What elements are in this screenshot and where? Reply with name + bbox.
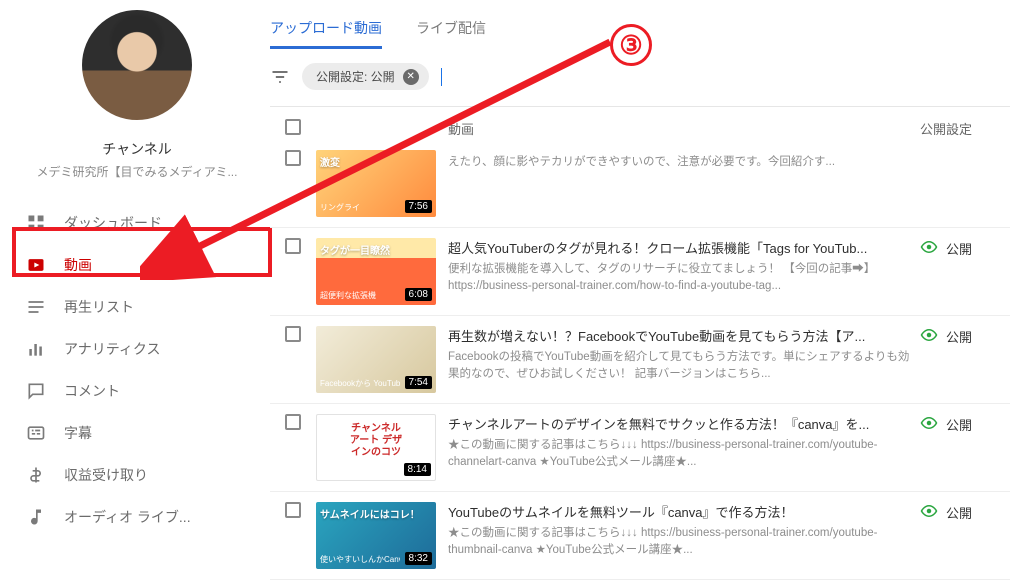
eye-icon	[920, 414, 938, 435]
sidebar-item-monetize[interactable]: 収益受け取り	[12, 454, 262, 496]
sidebar-item-analytics[interactable]: アナリティクス	[12, 328, 262, 370]
eye-icon	[920, 326, 938, 347]
filter-chip[interactable]: 公開設定: 公開 ✕	[302, 63, 429, 90]
table-row[interactable]: Facebookから YouTube!7:54 再生数が増えない！？Faceboo…	[270, 315, 1010, 403]
table-row[interactable]: タグが一目瞭然超便利な拡張機6:08 超人気YouTuberのタグが見れる！クロー…	[270, 227, 1010, 315]
monetize-icon	[26, 465, 46, 485]
col-video-label: 動画	[444, 119, 920, 138]
row-checkbox[interactable]	[285, 326, 301, 342]
row-checkbox[interactable]	[285, 238, 301, 254]
duration-badge: 6:08	[405, 288, 432, 301]
visibility-label: 公開	[946, 503, 972, 522]
select-all-checkbox[interactable]	[285, 119, 301, 135]
duration-badge: 8:32	[405, 552, 432, 565]
row-checkbox[interactable]	[285, 502, 301, 518]
duration-badge: 8:14	[404, 463, 431, 476]
avatar[interactable]	[82, 10, 192, 120]
channel-heading: チャンネル	[12, 139, 262, 159]
close-icon[interactable]: ✕	[403, 69, 419, 85]
video-description: ★この動画に関する記事はこちら↓↓↓ https://business-pers…	[448, 437, 920, 470]
eye-icon	[920, 502, 938, 523]
audio-icon	[26, 507, 46, 527]
sidebar: チャンネル メデミ研究所【目でみるメディアミ... ダッシュボード動画再生リスト…	[12, 0, 262, 576]
main: アップロード動画ライブ配信 公開設定: 公開 ✕ 動画 公開設定 激変リングライ…	[270, 0, 1010, 580]
visibility-badge[interactable]: 公開	[920, 238, 1010, 259]
video-description: 便利な拡張機能を導入して、タグのリサーチに役立てましょう！ 【今回の記事➡】ht…	[448, 261, 920, 294]
tab-live[interactable]: ライブ配信	[416, 10, 486, 49]
nav-label: 動画	[64, 255, 92, 275]
video-description: えたり、顔に影やテカリができやすいので、注意が必要です。今回紹介す...	[448, 154, 920, 171]
video-thumbnail[interactable]: Facebookから YouTube!7:54	[316, 326, 436, 393]
nav-label: 再生リスト	[64, 297, 134, 317]
dashboard-icon	[26, 213, 46, 233]
nav-label: 字幕	[64, 423, 92, 443]
visibility-label: 公開	[946, 415, 972, 434]
sidebar-item-subtitles[interactable]: 字幕	[12, 412, 262, 454]
sidebar-item-dashboard[interactable]: ダッシュボード	[12, 202, 262, 244]
duration-badge: 7:56	[405, 200, 432, 213]
nav-label: アナリティクス	[64, 339, 160, 359]
eye-icon	[920, 238, 938, 259]
sidebar-item-playlists[interactable]: 再生リスト	[12, 286, 262, 328]
visibility-badge[interactable]: 公開	[920, 502, 1010, 523]
video-list: 激変リングライ7:56 えたり、顔に影やテカリができやすいので、注意が必要です。今…	[270, 150, 1010, 580]
video-thumbnail[interactable]: タグが一目瞭然超便利な拡張機6:08	[316, 238, 436, 305]
video-title[interactable]: 超人気YouTuberのタグが見れる！クローム拡張機能「Tags for You…	[448, 238, 920, 257]
video-description: Facebookの投稿でYouTube動画を紹介して見てもらう方法です。単にシェ…	[448, 349, 920, 382]
tab-uploads[interactable]: アップロード動画	[270, 10, 382, 49]
sidebar-item-videos[interactable]: 動画	[12, 244, 262, 286]
playlists-icon	[26, 297, 46, 317]
comments-icon	[26, 381, 46, 401]
subtitles-icon	[26, 423, 46, 443]
video-thumbnail[interactable]: 激変リングライ7:56	[316, 150, 436, 217]
table-row[interactable]: 激変リングライ7:56 えたり、顔に影やテカリができやすいので、注意が必要です。今…	[270, 150, 1010, 227]
video-thumbnail[interactable]: チャンネルアート デザインのコツ8:14	[316, 414, 436, 481]
video-title[interactable]: 再生数が増えない！？FacebookでYouTube動画を見てもらう方法【ア..…	[448, 326, 920, 345]
table-row[interactable]: チャンネルアート デザインのコツ8:14 チャンネルアートのデザインを無料でサクッ…	[270, 403, 1010, 491]
col-visibility-label: 公開設定	[920, 119, 1010, 138]
table-header: 動画 公開設定	[270, 107, 1010, 150]
row-checkbox[interactable]	[285, 150, 301, 166]
visibility-badge[interactable]: 公開	[920, 326, 1010, 347]
visibility-label: 公開	[946, 327, 972, 346]
video-thumbnail[interactable]: サムネイルにはコレ！使いやすいしんかCanva8:32	[316, 502, 436, 569]
nav-label: コメント	[64, 381, 120, 401]
sidebar-nav: ダッシュボード動画再生リストアナリティクスコメント字幕収益受け取りオーディオ ラ…	[12, 202, 262, 538]
visibility-badge[interactable]: 公開	[920, 414, 1010, 435]
video-title[interactable]: チャンネルアートのデザインを無料でサクッと作る方法！『canva』を...	[448, 414, 920, 433]
text-cursor	[441, 68, 442, 86]
video-description: ★この動画に関する記事はこちら↓↓↓ https://business-pers…	[448, 525, 920, 558]
analytics-icon	[26, 339, 46, 359]
duration-badge: 7:54	[405, 376, 432, 389]
video-title[interactable]: YouTubeのサムネイルを無料ツール『canva』で作る方法！	[448, 502, 920, 521]
sidebar-item-comments[interactable]: コメント	[12, 370, 262, 412]
table-row[interactable]: サムネイルにはコレ！使いやすいしんかCanva8:32 YouTubeのサムネイル…	[270, 491, 1010, 579]
annotation-step-badge: ③	[610, 24, 652, 66]
nav-label: 収益受け取り	[64, 465, 148, 485]
nav-label: オーディオ ライブ...	[64, 507, 191, 527]
avatar-wrap	[12, 0, 262, 125]
filter-chip-label: 公開設定: 公開	[316, 68, 395, 85]
visibility-label: 公開	[946, 239, 972, 258]
channel-name: メデミ研究所【目でみるメディアミ...	[12, 163, 262, 180]
nav-label: ダッシュボード	[64, 213, 162, 233]
row-checkbox[interactable]	[285, 414, 301, 430]
videos-icon	[26, 255, 46, 275]
sidebar-item-audio[interactable]: オーディオ ライブ...	[12, 496, 262, 538]
filter-icon[interactable]	[270, 67, 290, 87]
